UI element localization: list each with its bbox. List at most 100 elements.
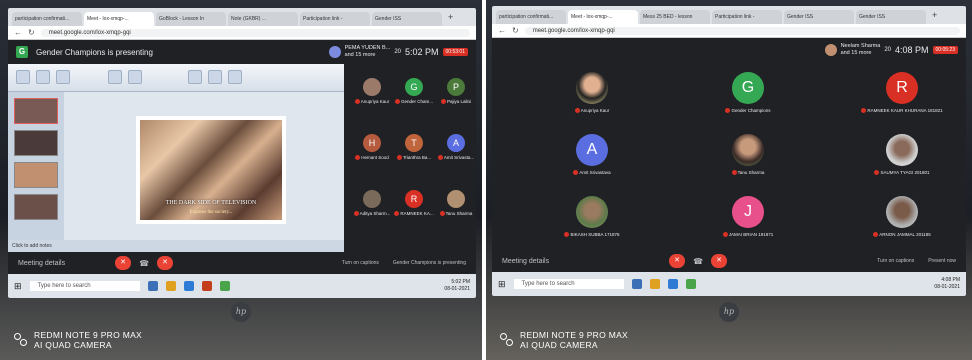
participant-tile[interactable]: G Gender Champions [688,68,808,128]
present-now-button[interactable]: Present now [928,258,956,264]
browser-tab[interactable]: Participation link - [300,12,370,26]
mic-off-button[interactable]: ✕ [115,256,132,270]
browser-tab[interactable]: Gender ISS [372,12,442,26]
camera-lens-icon [14,333,28,347]
participant-tile[interactable]: R RAMNEEK KAUR KHURANA 181821 [842,68,962,128]
slide-thumbnail[interactable] [14,162,58,188]
participant-name-text: Amit Srivastava [579,170,611,175]
meeting-controls: Meeting details ✕ ☎ ✕ Turn on captions P… [492,250,966,272]
mic-muted-icon [861,108,867,114]
hang-up-icon[interactable]: ☎ [693,257,703,266]
ribbon-button[interactable] [208,70,222,84]
participant-name: Pajiya Lalini [436,99,476,105]
ribbon-button[interactable] [228,70,242,84]
presenting-button[interactable]: Gender Champions is presenting [393,260,466,266]
browser-tab-active[interactable]: Meet - lox-xmqp-... [84,12,154,26]
start-icon[interactable]: ⊞ [14,281,22,292]
edge-icon[interactable] [183,281,194,291]
slide-thumbnail[interactable] [14,130,58,156]
participant-tile[interactable]: Tanu Sharma [436,186,476,226]
slide-thumbnail[interactable] [14,194,58,220]
browser-tab[interactable]: participation confirmati... [496,10,566,24]
ribbon-button[interactable] [128,70,142,84]
participant-name: RAMNEEK KAUR KHURANA 181821 [842,108,962,114]
url-field[interactable]: meet.google.com/lox-xmqp-gqi [40,28,470,37]
captions-button[interactable]: Turn on captions [877,258,914,264]
ribbon-button[interactable] [188,70,202,84]
participant-tile[interactable]: A Amit Srivastava [532,130,652,190]
participant-tile[interactable]: ARNON JAMMAL 201185 [842,192,962,252]
app-icon[interactable] [147,281,158,291]
mic-muted-icon [355,155,361,161]
address-bar: ← ↻ meet.google.com/lox-xmqp-gqi [492,24,966,38]
participant-name-text: Anupriya Kaur [360,99,390,104]
folder-icon[interactable] [649,279,660,289]
participant-avatar [363,78,381,96]
browser-tab[interactable]: Mess 25 BED - lesson [640,10,710,24]
camera-off-button[interactable]: ✕ [711,254,728,268]
new-tab-icon[interactable]: + [928,10,941,24]
app-icon[interactable] [631,279,642,289]
participant-tile[interactable]: Anupriya Kaur [532,68,652,128]
browser-tab[interactable]: GoBlock - Lesson In [156,12,226,26]
back-icon[interactable]: ← [14,28,22,37]
participant-tile[interactable]: A Amit Srivasta... [436,130,476,170]
participant-tile[interactable]: J JAMAI BRIAN 191871 [688,192,808,252]
camera-off-button[interactable]: ✕ [157,256,174,270]
powerpoint-icon[interactable] [201,281,212,291]
system-clock: 5:02 PM 08-01-2021 [444,279,470,293]
taskbar-search[interactable]: Type here to search [513,279,624,289]
participant-tile[interactable]: Aditya Sharm... [352,186,392,226]
participant-name: BIKASH SUBBA 171876 [532,232,652,238]
meeting-details-button[interactable]: Meeting details [502,258,549,265]
monitor-screen: participation confirmati... Meet - lox-x… [492,6,966,296]
url-field[interactable]: meet.google.com/lox-xmqp-gqi [524,26,960,35]
browser-tab[interactable]: Gender ISS [784,10,854,24]
participant-tile[interactable]: G Gender Cham... [394,74,434,114]
browser-tab[interactable]: Participation link - [712,10,782,24]
host-name: Neelam Sharma [840,43,881,49]
meeting-details-button[interactable]: Meeting details [18,260,65,267]
participant-tile[interactable]: T Trianthra Ba... [394,130,434,170]
ribbon-button[interactable] [56,70,70,84]
captions-button[interactable]: Turn on captions [342,260,379,266]
camera-watermark: REDMI NOTE 9 PRO MAX AI QUAD CAMERA [14,330,142,350]
mic-muted-icon [439,211,445,217]
browser-tab[interactable]: Note (GKBR) ... [228,12,298,26]
ribbon-button[interactable] [16,70,30,84]
refresh-icon[interactable]: ↻ [28,28,35,37]
browser-tab[interactable]: Gender ISS [856,10,926,24]
participant-tile[interactable]: R RAMNEEK KA... [394,186,434,226]
people-count[interactable]: 20 [394,49,401,55]
refresh-icon[interactable]: ↻ [512,26,519,35]
participant-tile[interactable]: Anupriya Kaur [352,74,392,114]
participant-tile[interactable]: BIKASH SUBBA 171876 [532,192,652,252]
slide-title: THE DARK SIDE OF TELEVISION [165,200,257,206]
participant-tile[interactable]: P Pajiya Lalini [436,74,476,114]
chrome-icon[interactable] [685,279,696,289]
chrome-icon[interactable] [219,281,230,291]
mic-off-button[interactable]: ✕ [669,254,686,268]
taskbar-search[interactable]: Type here to search [29,281,140,291]
browser-tab-active[interactable]: Meet - lox-xmqp-... [568,10,638,24]
new-tab-icon[interactable]: + [444,12,457,26]
mic-muted-icon [725,108,731,114]
participant-tile[interactable]: SAUMYA TYAGI 201801 [842,130,962,190]
folder-icon[interactable] [165,281,176,291]
participant-avatar: A [576,134,608,166]
participant-avatar [447,190,465,208]
back-icon[interactable]: ← [498,26,506,35]
ribbon-button[interactable] [36,70,50,84]
participant-tile[interactable]: H Hemant Sood [352,130,392,170]
edge-icon[interactable] [667,279,678,289]
hang-up-icon[interactable]: ☎ [139,259,149,268]
system-date: 08-01-2021 [444,286,470,292]
participant-name-text: Gender Cham... [400,99,433,104]
participant-tile[interactable]: Tanu Sharma [688,130,808,190]
slide-thumbnail[interactable] [14,98,58,124]
people-count[interactable]: 20 [884,47,891,53]
start-icon[interactable]: ⊞ [498,279,506,290]
ribbon-button[interactable] [108,70,122,84]
browser-tab[interactable]: participation confirmati... [12,12,82,26]
system-time: 5:02 PM [451,279,470,285]
